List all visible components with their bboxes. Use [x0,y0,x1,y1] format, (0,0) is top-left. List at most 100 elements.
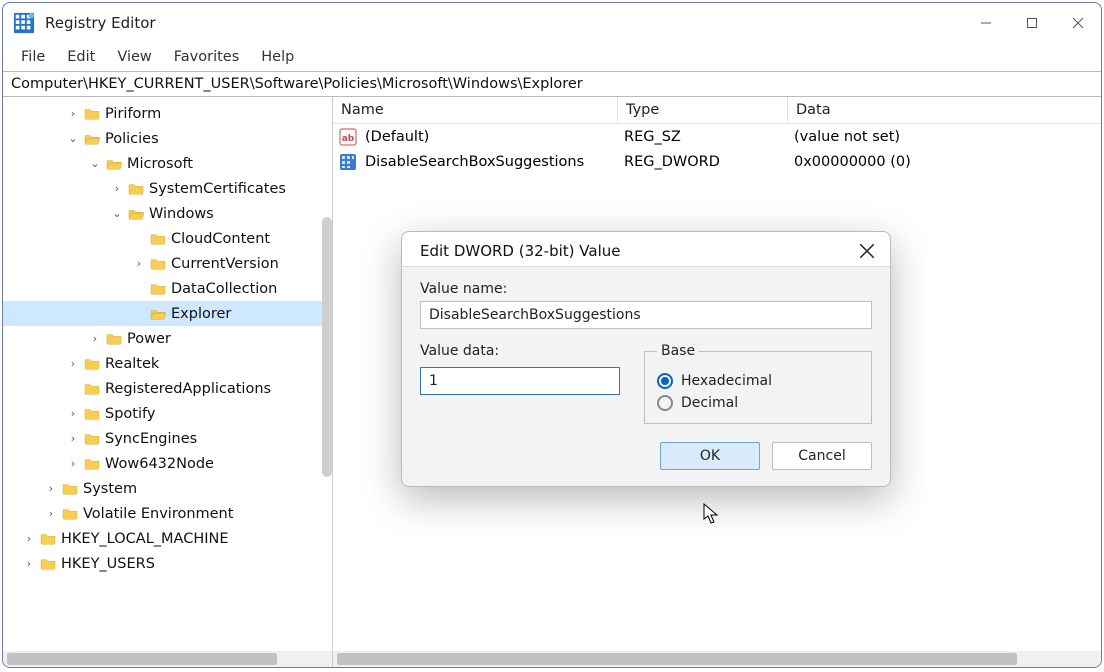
folder-icon [105,332,123,346]
chevron-right-icon[interactable]: › [21,533,37,544]
cell-type: REG_SZ [616,129,786,145]
tree-row[interactable]: ›CloudContent [3,226,332,251]
tree-row[interactable]: › Power [3,326,332,351]
minimize-button[interactable] [963,3,1009,43]
tree-label: CloudContent [171,231,270,247]
tree-label: Piriform [105,106,161,122]
tree-hscrollbar[interactable] [3,651,332,667]
col-type[interactable]: Type [618,97,788,123]
close-button[interactable] [1055,3,1101,43]
tree-row[interactable]: ›Explorer [3,301,332,326]
chevron-right-icon[interactable]: › [87,333,103,344]
chevron-down-icon[interactable]: ⌄ [87,158,103,169]
tree-label: Power [127,331,171,347]
col-data[interactable]: Data [788,97,1101,123]
chevron-right-icon[interactable]: › [43,483,59,494]
tree-row[interactable]: › Volatile Environment [3,501,332,526]
menu-favorites[interactable]: Favorites [164,46,250,68]
menu-view[interactable]: View [107,46,161,68]
chevron-right-icon[interactable]: › [109,183,125,194]
menu-edit[interactable]: Edit [57,46,105,68]
tree-label: HKEY_LOCAL_MACHINE [61,531,229,547]
tree-row[interactable]: ⌄ Windows [3,201,332,226]
tree-label: Microsoft [127,156,193,172]
tree[interactable]: ›Piriform⌄Policies⌄Microsoft›SystemCerti… [3,97,332,576]
tree-row[interactable]: › Wow6432Node [3,451,332,476]
tree-label: Volatile Environment [83,506,233,522]
maximize-button[interactable] [1009,3,1055,43]
chevron-right-icon[interactable]: › [65,408,81,419]
window-title: Registry Editor [45,14,963,32]
tree-row[interactable]: › HKEY_USERS [3,551,332,576]
tree-label: Realtek [105,356,159,372]
chevron-right-icon[interactable]: › [65,433,81,444]
folder-icon [61,482,79,496]
tree-pane: ›Piriform⌄Policies⌄Microsoft›SystemCerti… [3,97,333,667]
tree-label: HKEY_USERS [61,556,155,572]
tree-row[interactable]: › Realtek [3,351,332,376]
col-name[interactable]: Name [333,97,618,123]
menu-file[interactable]: File [11,46,55,68]
folder-open-icon [105,157,123,171]
list-hscrollbar[interactable] [333,651,1101,667]
tree-row[interactable]: › Spotify [3,401,332,426]
menu-help[interactable]: Help [251,46,304,68]
tree-label: Explorer [171,306,231,322]
folder-icon [83,357,101,371]
tree-row[interactable]: ⌄ Policies [3,126,332,151]
tree-row[interactable]: ⌄ Microsoft [3,151,332,176]
menubar: File Edit View Favorites Help [3,43,1101,71]
folder-icon [83,382,101,396]
tree-row[interactable]: ›SystemCertificates [3,176,332,201]
tree-row[interactable]: › CurrentVersion [3,251,332,276]
chevron-right-icon[interactable]: › [65,108,81,119]
folder-icon [83,407,101,421]
folder-icon [83,107,101,121]
tree-label: DataCollection [171,281,277,297]
address-bar[interactable]: Computer\HKEY_CURRENT_USER\Software\Poli… [3,71,1101,97]
tree-label: System [83,481,137,497]
tree-row[interactable]: › Piriform [3,101,332,126]
titlebar: Registry Editor [3,3,1101,43]
folder-icon [83,457,101,471]
tree-row[interactable]: ›DataCollection [3,276,332,301]
tree-label: RegisteredApplications [105,381,271,397]
caption-buttons [963,3,1101,43]
tree-label: Wow6432Node [105,456,214,472]
list-row[interactable]: DisableSearchBoxSuggestionsREG_DWORD0x00… [333,149,1101,174]
tree-label: Policies [105,131,159,147]
tree-label: Spotify [105,406,155,422]
folder-icon [39,557,57,571]
tree-row[interactable]: › HKEY_LOCAL_MACHINE [3,526,332,551]
tree-scrollbar[interactable] [322,217,332,477]
tree-row[interactable]: › SyncEngines [3,426,332,451]
tree-label: Windows [149,206,214,222]
main-area: ›Piriform⌄Policies⌄Microsoft›SystemCerti… [3,97,1101,667]
tree-label: SyncEngines [105,431,197,447]
folder-icon [149,257,167,271]
tree-row[interactable]: ›RegisteredApplications [3,376,332,401]
tree-row[interactable]: › System [3,476,332,501]
folder-open-icon [127,207,145,221]
list-row[interactable]: (Default)REG_SZ(value not set) [333,124,1101,149]
chevron-right-icon[interactable]: › [65,458,81,469]
chevron-right-icon[interactable]: › [43,508,59,519]
folder-open-icon [83,132,101,146]
chevron-down-icon[interactable]: ⌄ [109,208,125,219]
chevron-right-icon[interactable]: › [65,358,81,369]
list-rows: (Default)REG_SZ(value not set)DisableSea… [333,124,1101,174]
cell-data: 0x00000000 (0) [786,154,1101,170]
cell-data: (value not set) [786,129,1101,145]
list-header: Name Type Data [333,97,1101,124]
folder-icon [39,532,57,546]
folder-icon [127,182,145,196]
tree-label: CurrentVersion [171,256,279,272]
folder-open-icon [149,307,167,321]
folder-icon [61,507,79,521]
chevron-down-icon[interactable]: ⌄ [65,133,81,144]
folder-icon [149,232,167,246]
folder-icon [83,432,101,446]
chevron-right-icon[interactable]: › [131,258,147,269]
chevron-right-icon[interactable]: › [21,558,37,569]
cell-name: DisableSearchBoxSuggestions [357,154,616,170]
